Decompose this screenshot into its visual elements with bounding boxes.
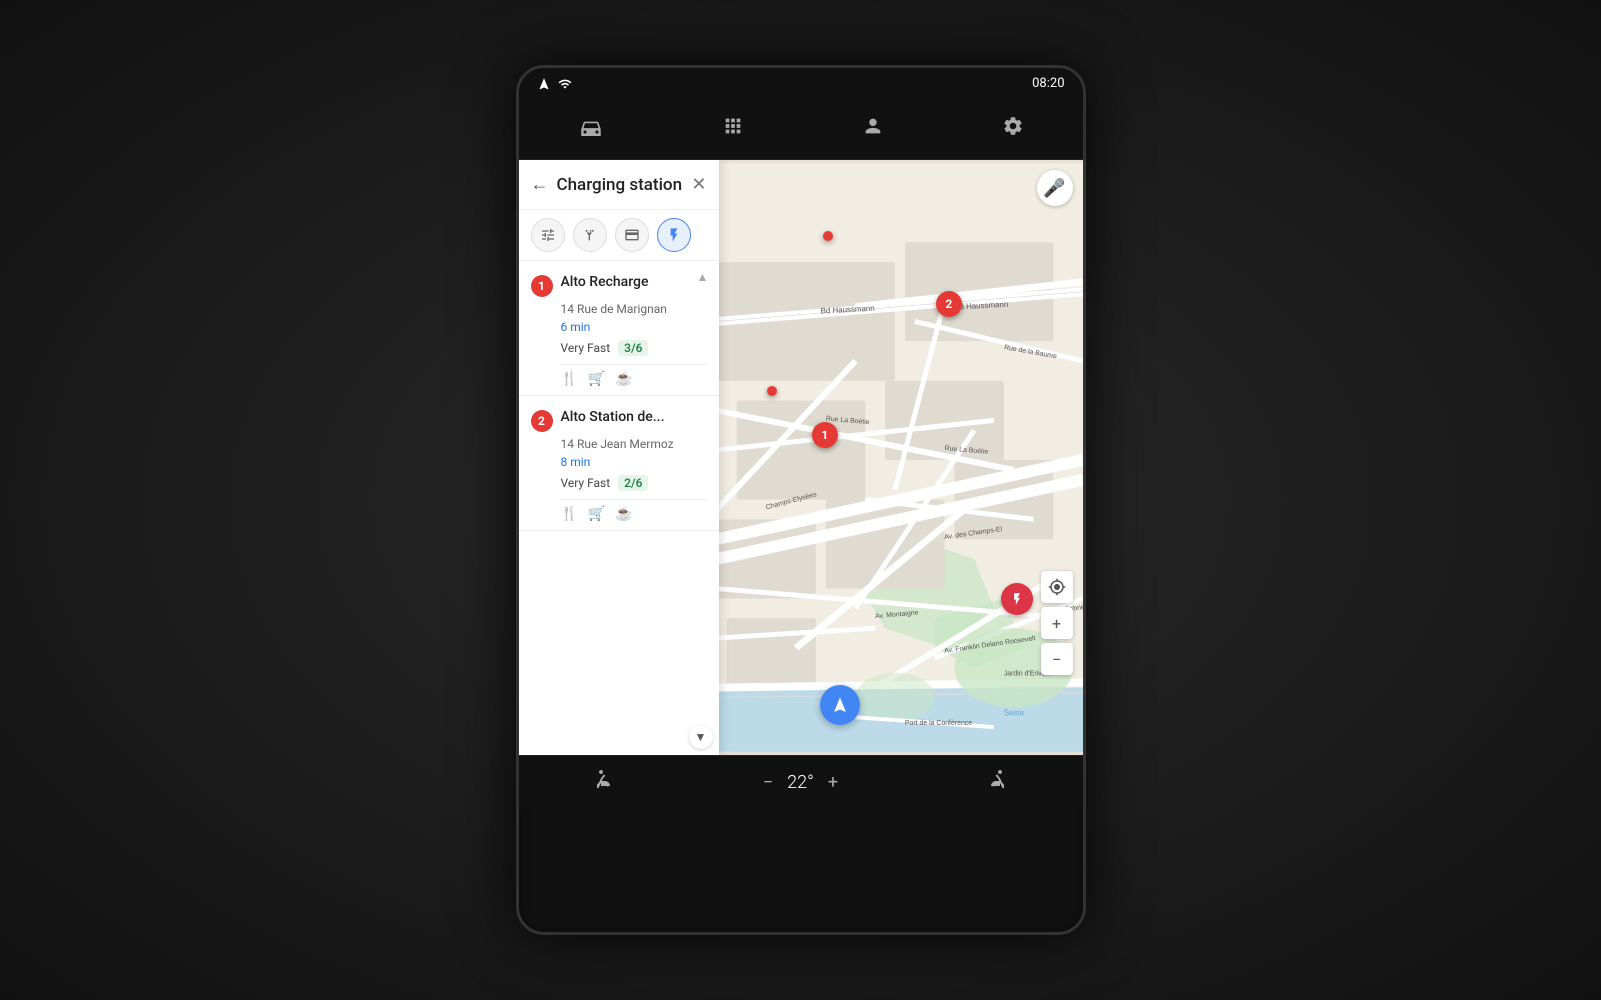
amenity-shopping-icon-2: 🛒 [588,506,605,522]
results-list[interactable]: ▲ 1 Alto Recharge 14 Rue de Marignan 6 m… [519,261,719,755]
temp-value: 22° [787,772,814,793]
filter-chips [519,210,719,261]
search-panel: ← Charging station ✕ [519,160,719,755]
nav-bar [519,99,1083,160]
result-2-number: 2 [531,410,553,432]
result-1-speed: Very Fast [561,341,611,355]
status-icons [537,77,573,91]
result-1-meta: Very Fast 3/6 [561,340,707,356]
result-item-2[interactable]: 2 Alto Station de... 14 Rue Jean Mermoz … [519,396,719,531]
map-marker-1[interactable]: 1 [812,422,838,448]
person-icon[interactable] [850,109,896,149]
speed-indicator [1001,583,1033,615]
result-1-time: 6 min [561,320,707,334]
filter-chip-sliders[interactable] [531,218,565,252]
status-bar: 08:20 [519,68,1083,99]
result-2-amenities: 🍴 🛒 ☕ [561,499,707,522]
settings-icon[interactable] [990,109,1036,149]
result-2-address: 14 Rue Jean Mermoz [561,436,707,453]
amenity-food-icon: 🍴 [561,371,578,387]
result-1-name: Alto Recharge [561,273,649,291]
result-1-address: 14 Rue de Marignan [561,301,707,318]
map-dot-2 [767,386,777,396]
zoom-out-button[interactable]: − [1041,643,1073,675]
result-1-availability: 3/6 [618,340,648,356]
zoom-in-button[interactable]: + [1041,607,1073,639]
time-display: 08:20 [1032,76,1064,91]
seat-left-icon[interactable] [592,768,616,797]
scroll-down-button[interactable]: ▼ [689,725,713,749]
navigation-icon [537,77,551,91]
location-button[interactable] [1041,571,1073,603]
search-title: Charging station [557,175,684,195]
amenity-food-icon-2: 🍴 [561,506,578,522]
seat-right-icon[interactable] [985,768,1009,797]
filter-chip-card[interactable] [615,218,649,252]
grid-icon[interactable] [710,109,756,149]
temp-control: − 22° + [763,772,838,793]
amenity-shopping-icon: 🛒 [588,371,605,387]
filter-chip-fast[interactable] [657,218,691,252]
car-icon[interactable] [566,110,616,148]
result-2-speed: Very Fast [561,476,611,490]
svg-text:Port de la Conférence: Port de la Conférence [904,720,971,727]
search-header: ← Charging station ✕ [519,160,719,210]
temp-plus-button[interactable]: + [828,772,838,793]
result-2-header: 2 Alto Station de... [531,408,707,432]
back-button[interactable]: ← [531,174,549,195]
navigate-button[interactable] [820,685,860,725]
mic-button[interactable]: 🎤 [1037,170,1073,206]
filter-chip-plug[interactable] [573,218,607,252]
svg-text:Seine: Seine [1003,708,1024,717]
result-2-availability: 2/6 [618,475,648,491]
temp-minus-button[interactable]: − [763,772,773,793]
amenity-cafe-icon: ☕ [615,371,632,387]
result-item-1[interactable]: 1 Alto Recharge 14 Rue de Marignan 6 min… [519,261,719,396]
close-button[interactable]: ✕ [691,174,706,195]
result-1-number: 1 [531,275,553,297]
map-marker-2[interactable]: 2 [936,291,962,317]
amenity-cafe-icon-2: ☕ [615,506,632,522]
result-2-time: 8 min [561,455,707,469]
map-area[interactable]: Bd Haussmann Bd Haussmann Rue de la Baum… [519,160,1083,755]
tablet-device: 08:20 [516,65,1086,935]
result-2-meta: Very Fast 2/6 [561,475,707,491]
result-1-amenities: 🍴 🛒 ☕ [561,364,707,387]
result-2-name: Alto Station de... [561,408,665,426]
result-1-header: 1 Alto Recharge [531,273,707,297]
bottom-bar: − 22° + [519,755,1083,809]
scroll-up-button[interactable]: ▲ [693,267,713,287]
wifi-icon [557,77,573,91]
